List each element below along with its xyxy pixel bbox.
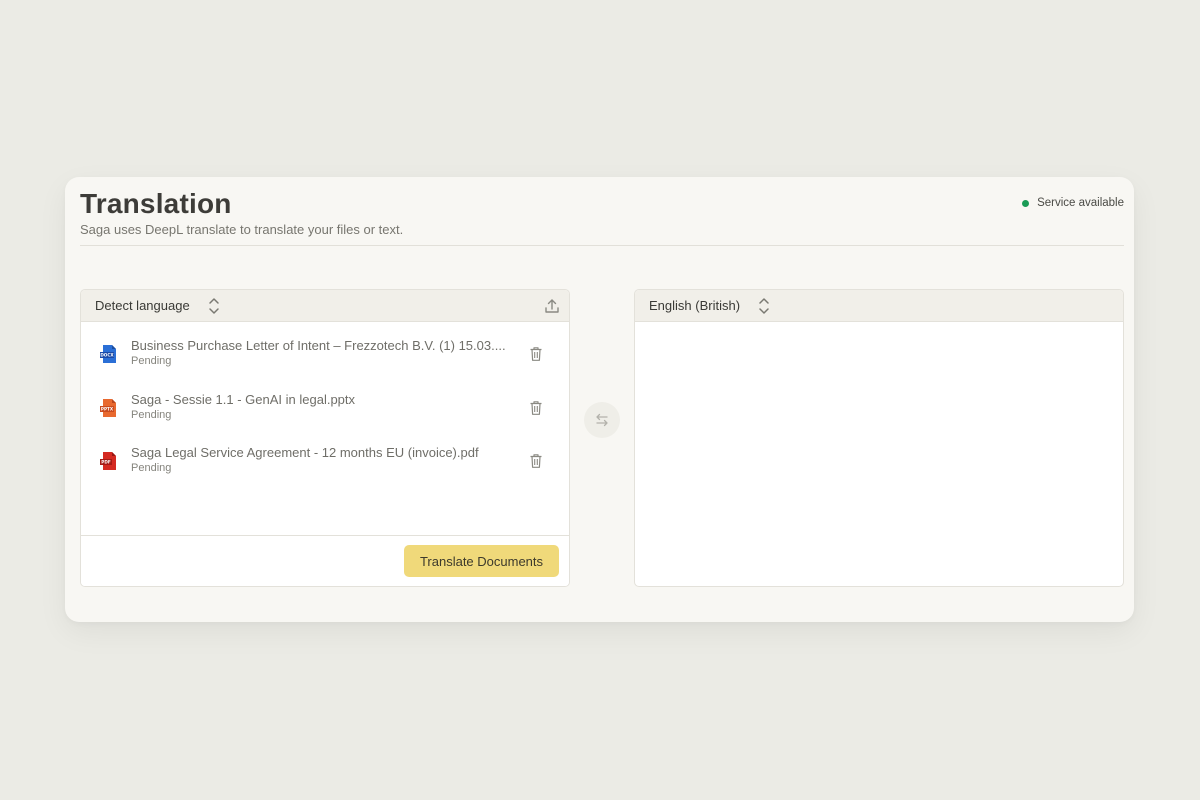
page-title: Translation — [80, 188, 232, 219]
status-text: Service available — [1037, 197, 1124, 209]
chevron-up-down-icon — [759, 297, 769, 314]
trash-icon[interactable] — [529, 400, 543, 416]
file-name: Saga - Sessie 1.1 - GenAI in legal.pptx — [131, 391, 356, 407]
source-panel-header: Detect language — [81, 290, 569, 322]
pdf-file-icon: PDF — [100, 452, 116, 470]
target-panel-header: English (British) — [635, 290, 1123, 322]
translation-card: Translation Saga uses DeepL translate to… — [65, 177, 1134, 622]
header-divider — [80, 245, 1124, 246]
docx-file-icon: DOCX — [100, 345, 116, 363]
svg-text:DOCX: DOCX — [100, 353, 114, 358]
file-status: Pending — [131, 355, 172, 367]
upload-icon[interactable] — [543, 297, 561, 315]
pptx-file-icon: PPTX — [100, 398, 116, 417]
list-item: DOCX Business Purchase Letter of Intent … — [81, 338, 569, 392]
chevron-up-down-icon — [208, 297, 219, 314]
svg-text:PPTX: PPTX — [101, 406, 114, 411]
file-status: Pending — [131, 462, 172, 474]
status-dot-icon — [1022, 199, 1030, 207]
target-panel: English (British) — [634, 289, 1124, 587]
page-subtitle: Saga uses DeepL translate to translate y… — [80, 222, 404, 237]
target-language-select[interactable]: English (British) — [649, 297, 770, 315]
list-item: PDF Saga Legal Service Agreement - 12 mo… — [81, 445, 569, 499]
source-panel: Detect language DOCX Business Purchase L… — [80, 289, 570, 587]
file-list: DOCX Business Purchase Letter of Intent … — [81, 322, 569, 499]
file-name: Business Purchase Letter of Intent – Fre… — [131, 338, 506, 353]
trash-icon[interactable] — [529, 346, 543, 362]
swap-icon — [596, 413, 608, 427]
file-status: Pending — [131, 408, 172, 421]
source-language-select[interactable]: Detect language — [95, 297, 220, 315]
translation-output-area[interactable] — [635, 322, 1123, 586]
target-language-label: English (British) — [649, 298, 741, 313]
swap-languages-button[interactable] — [584, 402, 620, 438]
file-name: Saga Legal Service Agreement - 12 months… — [131, 445, 479, 460]
source-language-label: Detect language — [95, 298, 190, 313]
svg-text:PDF: PDF — [101, 460, 111, 465]
translate-documents-button[interactable]: Translate Documents — [404, 545, 559, 577]
service-status: Service available — [1022, 197, 1124, 209]
list-item: PPTX Saga - Sessie 1.1 - GenAI in legal.… — [81, 392, 569, 446]
source-panel-footer: Translate Documents — [81, 535, 569, 586]
trash-icon[interactable] — [529, 453, 543, 469]
